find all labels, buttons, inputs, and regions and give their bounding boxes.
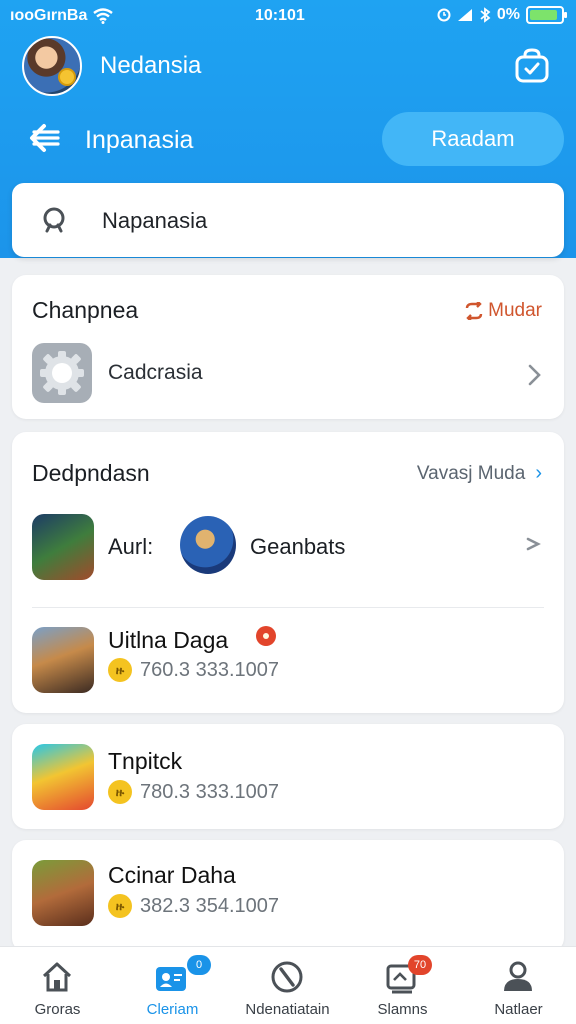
nav-label: Slamns bbox=[377, 1001, 428, 1018]
game-name: Tnpitck bbox=[108, 748, 183, 774]
swap-icon bbox=[465, 302, 483, 320]
game-score-value: 760.3 333.1007 bbox=[140, 658, 280, 681]
coin-icon: ዙ bbox=[108, 780, 132, 804]
section-2-link[interactable]: Vavasj Muda › bbox=[417, 462, 542, 485]
shopping-bag-icon[interactable] bbox=[514, 48, 550, 84]
title-row: Inpanasia Raadam bbox=[0, 106, 576, 172]
game-icon bbox=[32, 860, 94, 926]
battery-fill bbox=[530, 10, 557, 20]
game-icon bbox=[180, 516, 236, 574]
nav-item-compass[interactable]: Ndenatiatain bbox=[230, 947, 345, 1024]
section-2-link-label: Vavasj Muda bbox=[416, 462, 526, 484]
battery-icon bbox=[526, 6, 567, 24]
settings-label: Cadcrasia bbox=[108, 361, 203, 384]
game-icon bbox=[32, 514, 94, 580]
chevron-right-icon[interactable] bbox=[522, 363, 546, 387]
game-score-value: 780.3 333.1007 bbox=[140, 780, 280, 803]
notification-dot bbox=[256, 626, 276, 646]
section-1-title: Chanpnea bbox=[32, 297, 139, 323]
wifi-icon bbox=[93, 8, 114, 24]
section-1-link-label: Mudar bbox=[488, 300, 542, 321]
section-2-title: Dedpndasn bbox=[32, 460, 150, 486]
section-card-2: Dedpndasn Vavasj Muda › Aurl: Geanbats U… bbox=[12, 432, 564, 713]
avatar[interactable] bbox=[22, 36, 82, 96]
bottom-nav: Groras 0 Cleriam Ndenatiatain 70 Slamns bbox=[0, 946, 576, 1024]
person-icon bbox=[504, 961, 532, 991]
gear-icon bbox=[40, 351, 84, 395]
search-input[interactable]: Napanasia bbox=[102, 208, 207, 234]
divider bbox=[32, 607, 544, 608]
nav-badge: 70 bbox=[408, 955, 432, 975]
nav-label: Ndenatiatain bbox=[245, 1001, 330, 1018]
chevron-right-icon: › bbox=[535, 462, 542, 484]
list-item[interactable]: Tnpitck ዙ 780.3 333.1007 bbox=[12, 724, 564, 829]
raadam-button[interactable]: Raadam bbox=[382, 112, 564, 166]
compass-icon bbox=[271, 961, 303, 993]
bluetooth-icon bbox=[480, 7, 491, 23]
carrier-label: ıooGırnBa bbox=[10, 7, 88, 24]
alarm-icon bbox=[437, 8, 451, 22]
search-bar[interactable]: Napanasia bbox=[12, 183, 564, 257]
game-icon bbox=[32, 744, 94, 810]
section-card-1: Chanpnea Mudar Cadcrasia bbox=[12, 275, 564, 419]
game-score: ዙ 780.3 333.1007 bbox=[108, 780, 279, 804]
page-title: Inpanasia bbox=[85, 126, 194, 154]
game-pair-label-a: Aurl: bbox=[108, 534, 154, 559]
profile-name: Nedansia bbox=[100, 52, 202, 79]
profile-row: Nedansia bbox=[12, 34, 564, 100]
search-icon bbox=[43, 207, 65, 233]
nav-label: Cleriam bbox=[146, 1001, 199, 1018]
coin-icon: ዙ bbox=[108, 894, 132, 918]
status-icons: 0% bbox=[437, 6, 567, 24]
nav-item-inbox[interactable]: 70 Slamns bbox=[345, 947, 460, 1024]
game-score-value: 382.3 354.1007 bbox=[140, 894, 280, 917]
nav-item-contacts[interactable]: 0 Cleriam bbox=[115, 947, 230, 1024]
settings-tile[interactable] bbox=[32, 343, 92, 403]
contacts-icon bbox=[156, 967, 186, 991]
list-item[interactable]: Ccinar Daha ዙ 382.3 354.1007 bbox=[12, 840, 564, 952]
carrier: ıooGırnBa bbox=[10, 7, 114, 25]
game-icon bbox=[32, 627, 94, 693]
chevron-right-icon bbox=[526, 537, 541, 551]
game-score: ዙ 760.3 333.1007 bbox=[108, 658, 279, 682]
nav-item-profile[interactable]: Natlaer bbox=[461, 947, 576, 1024]
game-score: ዙ 382.3 354.1007 bbox=[108, 894, 279, 918]
game-pair-label-b: Geanbats bbox=[250, 534, 346, 559]
coin-icon: ዙ bbox=[108, 658, 132, 682]
home-icon bbox=[42, 962, 72, 992]
game-name: Ccinar Daha bbox=[108, 862, 236, 888]
nav-label: Groras bbox=[34, 1001, 81, 1018]
signal-icon bbox=[457, 9, 472, 21]
status-time: 10:101 bbox=[255, 7, 305, 24]
section-1-link[interactable]: Mudar bbox=[464, 300, 542, 322]
status-bar: ıooGırnBa 10:101 0% bbox=[0, 0, 576, 32]
battery-percent: 0% bbox=[496, 6, 520, 23]
nav-badge: 0 bbox=[187, 955, 211, 975]
nav-item-home[interactable]: Groras bbox=[0, 947, 115, 1024]
back-arrow-icon[interactable] bbox=[28, 121, 62, 155]
coin-icon bbox=[58, 68, 76, 86]
game-name: Uitlna Daga bbox=[108, 627, 229, 653]
nav-label: Natlaer bbox=[494, 1001, 543, 1018]
app-header: ıooGırnBa 10:101 0% Nedansia Inpanasia R… bbox=[0, 0, 576, 258]
